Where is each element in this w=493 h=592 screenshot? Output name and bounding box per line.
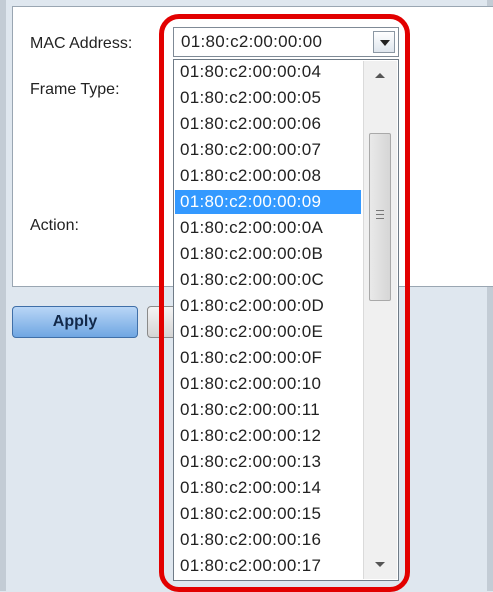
scrollbar-thumb[interactable] [369,133,391,301]
dropdown-option[interactable]: 01:80:c2:00:00:0A [175,216,361,240]
dropdown-option[interactable]: 01:80:c2:00:00:07 [175,138,361,162]
action-label: Action: [30,217,79,234]
grip-line [376,210,384,211]
dropdown-option[interactable]: 01:80:c2:00:00:10 [175,372,361,396]
dropdown-option[interactable]: 01:80:c2:00:00:11 [175,398,361,422]
dropdown-option[interactable]: 01:80:c2:00:00:14 [175,476,361,500]
dropdown-option[interactable]: 01:80:c2:00:00:05 [175,86,361,110]
grip-line [376,218,384,219]
dropdown-option[interactable]: 01:80:c2:00:00:0B [175,242,361,266]
dropdown-option[interactable]: 01:80:c2:00:00:04 [175,60,361,84]
chevron-down-icon[interactable] [373,31,395,53]
dropdown-scrollbar[interactable] [363,61,397,579]
dropdown-option[interactable]: 01:80:c2:00:00:16 [175,528,361,552]
dropdown-option[interactable]: 01:80:c2:00:00:0E [175,320,361,344]
dropdown-option[interactable]: 01:80:c2:00:00:0D [175,294,361,318]
mac-address-label: MAC Address: [30,35,133,52]
dropdown-option[interactable]: 01:80:c2:00:00:08 [175,164,361,188]
dropdown-option[interactable]: 01:80:c2:00:00:0C [175,268,361,292]
dropdown-option[interactable]: 01:80:c2:00:00:15 [175,502,361,526]
grip-line [376,214,384,215]
dropdown-option[interactable]: 01:80:c2:00:00:0F [175,346,361,370]
frame-type-label: Frame Type: [30,81,120,98]
dropdown-option[interactable]: 01:80:c2:00:00:13 [175,450,361,474]
dropdown-option[interactable]: 01:80:c2:00:00:06 [175,112,361,136]
apply-button[interactable]: Apply [12,306,138,338]
scroll-up-arrow-icon[interactable] [375,73,385,78]
mac-address-select[interactable]: 01:80:c2:00:00:00 [173,27,399,57]
scroll-down-arrow-icon[interactable] [375,562,385,567]
mac-address-dropdown-list[interactable]: 01:80:c2:00:00:04 01:80:c2:00:00:05 01:8… [173,59,399,581]
dropdown-option[interactable]: 01:80:c2:00:00:17 [175,554,361,578]
dropdown-option[interactable]: 01:80:c2:00:00:12 [175,424,361,448]
dropdown-option-selected[interactable]: 01:80:c2:00:00:09 [175,190,361,214]
mac-address-selected-value: 01:80:c2:00:00:00 [181,32,323,51]
